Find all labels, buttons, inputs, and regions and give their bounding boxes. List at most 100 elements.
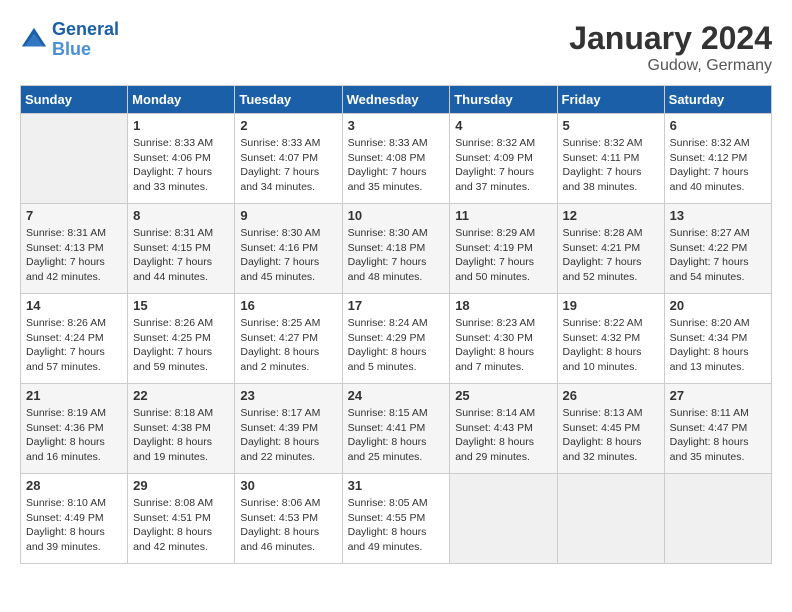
col-header-saturday: Saturday — [664, 86, 771, 114]
day-number: 11 — [455, 208, 551, 223]
day-info: Sunrise: 8:19 AMSunset: 4:36 PMDaylight:… — [26, 406, 122, 465]
day-info: Sunrise: 8:18 AMSunset: 4:38 PMDaylight:… — [133, 406, 229, 465]
day-cell: 9 Sunrise: 8:30 AMSunset: 4:16 PMDaylight… — [235, 204, 342, 294]
day-info: Sunrise: 8:23 AMSunset: 4:30 PMDaylight:… — [455, 316, 551, 375]
day-number: 27 — [670, 388, 766, 403]
day-number: 30 — [240, 478, 336, 493]
day-info: Sunrise: 8:08 AMSunset: 4:51 PMDaylight:… — [133, 496, 229, 555]
day-cell: 17 Sunrise: 8:24 AMSunset: 4:29 PMDayligh… — [342, 294, 450, 384]
day-number: 23 — [240, 388, 336, 403]
day-cell: 8 Sunrise: 8:31 AMSunset: 4:15 PMDaylight… — [128, 204, 235, 294]
day-cell: 6Sunrise: 8:32 AMSunset: 4:12 PMDaylight… — [664, 114, 771, 204]
day-cell: 26 Sunrise: 8:13 AMSunset: 4:45 PMDayligh… — [557, 384, 664, 474]
day-number: 8 — [133, 208, 229, 223]
day-cell: 29Sunrise: 8:08 AMSunset: 4:51 PMDayligh… — [128, 474, 235, 564]
day-number: 24 — [348, 388, 445, 403]
day-info: Sunrise: 8:33 AMSunset: 4:08 PMDaylight:… — [348, 136, 445, 195]
day-cell — [21, 114, 128, 204]
day-number: 19 — [563, 298, 659, 313]
day-info: Sunrise: 8:11 AMSunset: 4:47 PMDaylight:… — [670, 406, 766, 465]
day-cell: 22Sunrise: 8:18 AMSunset: 4:38 PMDayligh… — [128, 384, 235, 474]
day-cell: 14 Sunrise: 8:26 AMSunset: 4:24 PMDayligh… — [21, 294, 128, 384]
day-info: Sunrise: 8:17 AMSunset: 4:39 PMDaylight:… — [240, 406, 336, 465]
day-number: 31 — [348, 478, 445, 493]
day-info: Sunrise: 8:26 AMSunset: 4:25 PMDaylight:… — [133, 316, 229, 375]
day-number: 10 — [348, 208, 445, 223]
day-cell: 4Sunrise: 8:32 AMSunset: 4:09 PMDaylight… — [450, 114, 557, 204]
day-info: Sunrise: 8:31 AMSunset: 4:13 PMDaylight:… — [26, 226, 122, 285]
day-info: Sunrise: 8:06 AMSunset: 4:53 PMDaylight:… — [240, 496, 336, 555]
day-cell: 7 Sunrise: 8:31 AMSunset: 4:13 PMDaylight… — [21, 204, 128, 294]
col-header-sunday: Sunday — [21, 86, 128, 114]
day-number: 16 — [240, 298, 336, 313]
day-info: Sunrise: 8:14 AMSunset: 4:43 PMDaylight:… — [455, 406, 551, 465]
day-info: Sunrise: 8:13 AMSunset: 4:45 PMDaylight:… — [563, 406, 659, 465]
day-cell: 1Sunrise: 8:33 AMSunset: 4:06 PMDaylight… — [128, 114, 235, 204]
day-cell: 20Sunrise: 8:20 AMSunset: 4:34 PMDayligh… — [664, 294, 771, 384]
day-cell: 15 Sunrise: 8:26 AMSunset: 4:25 PMDayligh… — [128, 294, 235, 384]
day-number: 21 — [26, 388, 122, 403]
logo-line2: Blue — [52, 39, 91, 59]
day-number: 17 — [348, 298, 445, 313]
day-cell: 12Sunrise: 8:28 AMSunset: 4:21 PMDayligh… — [557, 204, 664, 294]
day-info: Sunrise: 8:32 AMSunset: 4:12 PMDaylight:… — [670, 136, 766, 195]
day-info: Sunrise: 8:26 AMSunset: 4:24 PMDaylight:… — [26, 316, 122, 375]
day-cell — [664, 474, 771, 564]
week-row-1: 1Sunrise: 8:33 AMSunset: 4:06 PMDaylight… — [21, 114, 772, 204]
day-number: 13 — [670, 208, 766, 223]
day-info: Sunrise: 8:27 AMSunset: 4:22 PMDaylight:… — [670, 226, 766, 285]
day-number: 1 — [133, 118, 229, 133]
day-cell: 27 Sunrise: 8:11 AMSunset: 4:47 PMDayligh… — [664, 384, 771, 474]
week-row-3: 14 Sunrise: 8:26 AMSunset: 4:24 PMDayligh… — [21, 294, 772, 384]
day-cell: 24Sunrise: 8:15 AMSunset: 4:41 PMDayligh… — [342, 384, 450, 474]
day-cell — [450, 474, 557, 564]
day-number: 3 — [348, 118, 445, 133]
day-cell: 25Sunrise: 8:14 AMSunset: 4:43 PMDayligh… — [450, 384, 557, 474]
day-number: 2 — [240, 118, 336, 133]
week-row-5: 28 Sunrise: 8:10 AMSunset: 4:49 PMDayligh… — [21, 474, 772, 564]
col-header-tuesday: Tuesday — [235, 86, 342, 114]
day-cell: 30 Sunrise: 8:06 AMSunset: 4:53 PMDayligh… — [235, 474, 342, 564]
day-info: Sunrise: 8:30 AMSunset: 4:18 PMDaylight:… — [348, 226, 445, 285]
day-number: 15 — [133, 298, 229, 313]
day-number: 14 — [26, 298, 122, 313]
title-block: January 2024 Gudow, Germany — [569, 20, 772, 75]
day-cell: 11Sunrise: 8:29 AMSunset: 4:19 PMDayligh… — [450, 204, 557, 294]
day-number: 5 — [563, 118, 659, 133]
day-info: Sunrise: 8:22 AMSunset: 4:32 PMDaylight:… — [563, 316, 659, 375]
day-number: 20 — [670, 298, 766, 313]
day-info: Sunrise: 8:33 AMSunset: 4:07 PMDaylight:… — [240, 136, 336, 195]
logo: General Blue — [20, 20, 119, 60]
day-number: 7 — [26, 208, 122, 223]
logo-text: General Blue — [52, 20, 119, 60]
day-cell: 10 Sunrise: 8:30 AMSunset: 4:18 PMDayligh… — [342, 204, 450, 294]
col-header-monday: Monday — [128, 86, 235, 114]
day-info: Sunrise: 8:25 AMSunset: 4:27 PMDaylight:… — [240, 316, 336, 375]
col-header-thursday: Thursday — [450, 86, 557, 114]
day-info: Sunrise: 8:10 AMSunset: 4:49 PMDaylight:… — [26, 496, 122, 555]
day-number: 9 — [240, 208, 336, 223]
col-header-wednesday: Wednesday — [342, 86, 450, 114]
header-row: SundayMondayTuesdayWednesdayThursdayFrid… — [21, 86, 772, 114]
logo-icon — [20, 26, 48, 54]
day-cell: 3 Sunrise: 8:33 AMSunset: 4:08 PMDaylight… — [342, 114, 450, 204]
day-cell: 21 Sunrise: 8:19 AMSunset: 4:36 PMDayligh… — [21, 384, 128, 474]
day-number: 28 — [26, 478, 122, 493]
day-info: Sunrise: 8:32 AMSunset: 4:11 PMDaylight:… — [563, 136, 659, 195]
day-number: 18 — [455, 298, 551, 313]
logo-line1: General — [52, 19, 119, 39]
location: Gudow, Germany — [569, 57, 772, 75]
day-cell: 23 Sunrise: 8:17 AMSunset: 4:39 PMDayligh… — [235, 384, 342, 474]
day-cell: 18 Sunrise: 8:23 AMSunset: 4:30 PMDayligh… — [450, 294, 557, 384]
month-title: January 2024 — [569, 20, 772, 57]
day-cell — [557, 474, 664, 564]
day-info: Sunrise: 8:30 AMSunset: 4:16 PMDaylight:… — [240, 226, 336, 285]
day-cell: 5 Sunrise: 8:32 AMSunset: 4:11 PMDaylight… — [557, 114, 664, 204]
col-header-friday: Friday — [557, 86, 664, 114]
day-info: Sunrise: 8:31 AMSunset: 4:15 PMDaylight:… — [133, 226, 229, 285]
day-info: Sunrise: 8:24 AMSunset: 4:29 PMDaylight:… — [348, 316, 445, 375]
day-info: Sunrise: 8:28 AMSunset: 4:21 PMDaylight:… — [563, 226, 659, 285]
day-info: Sunrise: 8:32 AMSunset: 4:09 PMDaylight:… — [455, 136, 551, 195]
week-row-4: 21 Sunrise: 8:19 AMSunset: 4:36 PMDayligh… — [21, 384, 772, 474]
day-number: 26 — [563, 388, 659, 403]
